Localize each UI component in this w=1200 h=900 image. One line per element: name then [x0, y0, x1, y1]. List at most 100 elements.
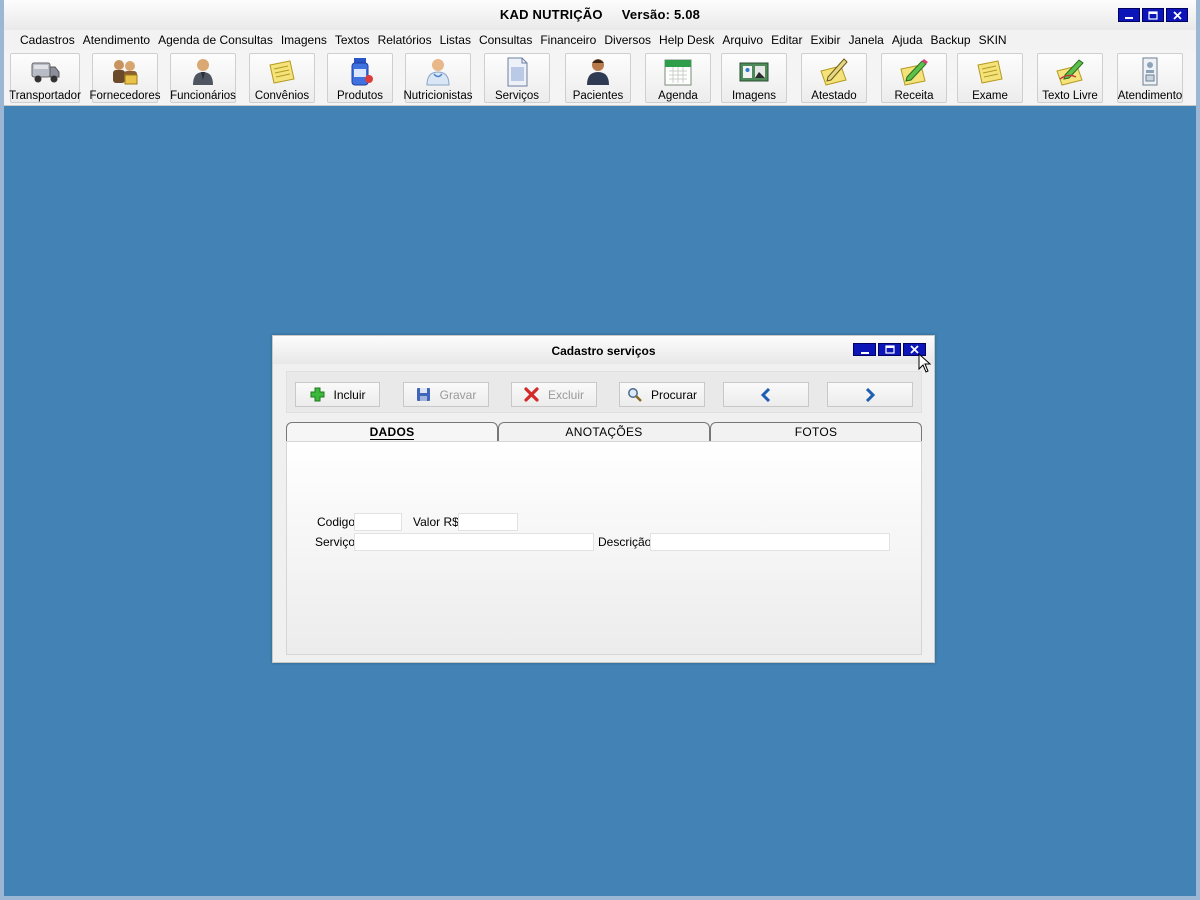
dialog-window-controls [853, 343, 926, 356]
menu-janela[interactable]: Janela [844, 33, 887, 47]
dialog-minimize-button[interactable] [853, 343, 876, 356]
toolbar-servicos-button[interactable]: Serviços [484, 53, 550, 103]
gravar-label: Gravar [439, 387, 477, 402]
previous-record-button[interactable] [723, 382, 809, 407]
menu-arquivo[interactable]: Arquivo [718, 33, 767, 47]
incluir-button[interactable]: Incluir [295, 382, 380, 407]
search-icon [627, 387, 643, 403]
toolbar-receita-button[interactable]: Receita [881, 53, 947, 103]
descricao-input[interactable] [650, 533, 890, 551]
menu-skin[interactable]: SKIN [975, 33, 1011, 47]
valor-input[interactable] [458, 513, 518, 531]
tab-dados[interactable]: DADOS [286, 422, 498, 441]
tab-fotos[interactable]: FOTOS [710, 422, 922, 441]
main-window: KAD NUTRIÇÃO Versão: 5.08 Cadastros Aten… [0, 0, 1200, 900]
prescription-pen-icon [897, 56, 931, 88]
dialog-tabs: DADOS ANOTAÇÕES FOTOS [286, 422, 922, 442]
toolbar-texto-livre-button[interactable]: Texto Livre [1037, 53, 1103, 103]
save-icon [416, 387, 432, 403]
menu-relatorios[interactable]: Relatórios [374, 33, 436, 47]
toolbar-atendimento-button[interactable]: Atendimento [1117, 53, 1183, 103]
toolbar-funcionarios-button[interactable]: Funcionários [170, 53, 236, 103]
certificate-pen-icon [817, 56, 851, 88]
toolbar-convenios-button[interactable]: Convênios [249, 53, 315, 103]
dialog-toolbar: Incluir Gravar Excluir Procurar [286, 371, 922, 413]
toolbar-pacientes-button[interactable]: Pacientes [565, 53, 631, 103]
minimize-icon [860, 351, 869, 354]
menu-help-desk[interactable]: Help Desk [655, 33, 718, 47]
next-record-button[interactable] [827, 382, 913, 407]
dialog-title: Cadastro serviços [551, 344, 656, 358]
main-toolbar: Transportador Fornecedores Funcionários … [4, 50, 1196, 106]
maximize-button[interactable] [1142, 8, 1164, 22]
toolbar-label: Atendimento [1117, 90, 1183, 102]
menu-editar[interactable]: Editar [767, 33, 806, 47]
title-bar: KAD NUTRIÇÃO Versão: 5.08 [4, 0, 1196, 30]
gravar-button[interactable]: Gravar [403, 382, 489, 407]
tab-panel-dados: Codigo Valor R$ Serviço Descrição [286, 441, 922, 655]
toolbar-label: Receita [894, 90, 934, 102]
toolbar-transportador-button[interactable]: Transportador [9, 53, 81, 103]
procurar-button[interactable]: Procurar [619, 382, 705, 407]
toolbar-exame-button[interactable]: Exame [957, 53, 1023, 103]
notepad-icon [265, 56, 299, 88]
descricao-label: Descrição [598, 535, 652, 549]
toolbar-label: Fornecedores [89, 90, 161, 102]
tab-fotos-label: FOTOS [794, 425, 838, 439]
menu-diversos[interactable]: Diversos [600, 33, 655, 47]
toolbar-label: Convênios [254, 90, 310, 102]
toolbar-label: Exame [972, 90, 1008, 102]
toolbar-label: Nutricionistas [403, 90, 473, 102]
close-icon [1172, 10, 1182, 20]
tab-dados-label: DADOS [369, 425, 415, 440]
nutritionist-icon [421, 56, 455, 88]
toolbar-imagens-button[interactable]: Imagens [721, 53, 787, 103]
mouse-cursor-icon [918, 353, 932, 373]
close-button[interactable] [1166, 8, 1188, 22]
menu-cadastros[interactable]: Cadastros [16, 33, 79, 47]
window-controls [1118, 8, 1188, 22]
calendar-icon [661, 56, 695, 88]
codigo-input[interactable] [354, 513, 402, 531]
menu-financeiro[interactable]: Financeiro [536, 33, 600, 47]
toolbar-atestado-button[interactable]: Atestado [801, 53, 867, 103]
menu-textos[interactable]: Textos [331, 33, 374, 47]
minimize-button[interactable] [1118, 8, 1140, 22]
valor-label: Valor R$ [413, 515, 459, 529]
servico-input[interactable] [354, 533, 594, 551]
procurar-label: Procurar [650, 387, 697, 402]
toolbar-produtos-button[interactable]: Produtos [327, 53, 393, 103]
plus-icon [309, 387, 325, 403]
toolbar-agenda-button[interactable]: Agenda [645, 53, 711, 103]
toolbar-label: Produtos [336, 90, 384, 102]
menu-listas[interactable]: Listas [436, 33, 475, 47]
menu-ajuda[interactable]: Ajuda [888, 33, 927, 47]
images-icon [737, 56, 771, 88]
document-icon [500, 56, 534, 88]
menu-bar: Cadastros Atendimento Agenda de Consulta… [4, 30, 1196, 50]
delete-x-icon [524, 387, 540, 403]
excluir-button[interactable]: Excluir [511, 382, 597, 407]
exam-notepad-icon [973, 56, 1007, 88]
menu-exibir[interactable]: Exibir [806, 33, 844, 47]
toolbar-label: Pacientes [572, 90, 624, 102]
toolbar-label: Agenda [658, 90, 698, 102]
suppliers-icon [108, 56, 142, 88]
tab-anotacoes[interactable]: ANOTAÇÕES [498, 422, 710, 441]
chevron-left-icon [758, 387, 774, 403]
toolbar-label: Texto Livre [1042, 90, 1098, 102]
incluir-label: Incluir [333, 387, 366, 402]
menu-agenda-de-consultas[interactable]: Agenda de Consultas [154, 33, 277, 47]
menu-consultas[interactable]: Consultas [475, 33, 536, 47]
patient-icon [581, 56, 615, 88]
toolbar-nutricionistas-button[interactable]: Nutricionistas [403, 53, 473, 103]
toolbar-fornecedores-button[interactable]: Fornecedores [89, 53, 161, 103]
menu-imagens[interactable]: Imagens [277, 33, 331, 47]
menu-atendimento[interactable]: Atendimento [79, 33, 154, 47]
maximize-icon [884, 345, 895, 354]
tab-anotacoes-label: ANOTAÇÕES [565, 425, 643, 439]
cadastro-servicos-dialog: Cadastro serviços Incluir Gravar Excluir… [272, 335, 935, 663]
dialog-title-bar[interactable]: Cadastro serviços [273, 336, 934, 364]
dialog-maximize-button[interactable] [878, 343, 901, 356]
menu-backup[interactable]: Backup [927, 33, 975, 47]
